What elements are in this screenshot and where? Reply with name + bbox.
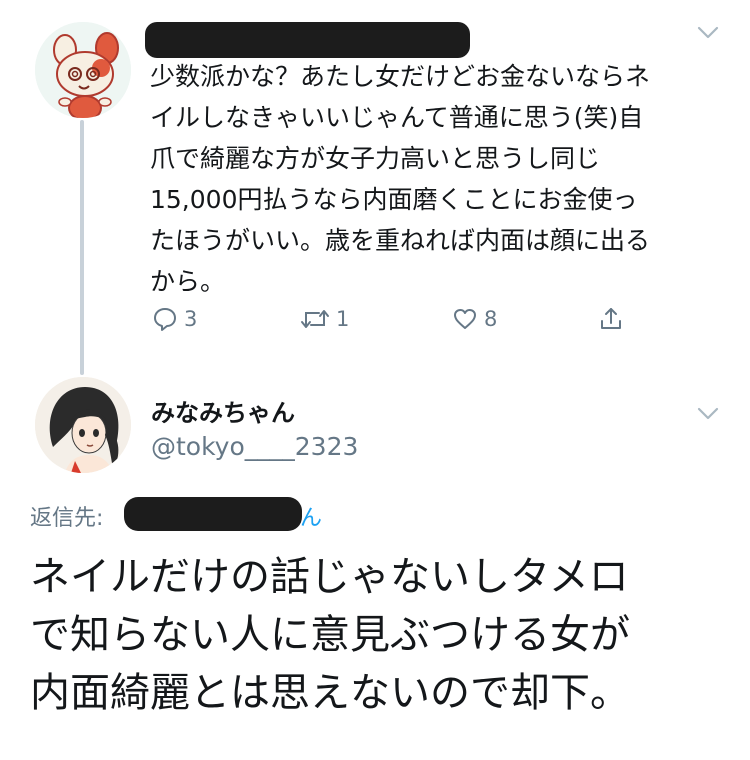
- like-button[interactable]: 8: [452, 302, 497, 336]
- reply-text-line: ネイルだけの話じゃないしタメロ: [30, 554, 629, 600]
- spinda-avatar-icon: [35, 22, 131, 118]
- reply-icon: [154, 308, 176, 331]
- share-button[interactable]: [598, 302, 624, 336]
- chevron-down-icon[interactable]: [697, 26, 719, 40]
- avatar[interactable]: [35, 22, 131, 118]
- thread-connector: [80, 120, 84, 375]
- redacted-reply-to-user: [124, 497, 302, 531]
- tweet-text-line: 15,000円払うなら内面磨くことにお金使っ: [150, 185, 638, 214]
- tweet-text-line: 爪で綺麗な方が女子力高いと思うし同じ: [150, 144, 601, 173]
- tweet-actions: 3 1 8: [150, 302, 640, 336]
- retweet-count: 1: [336, 307, 350, 331]
- avatar[interactable]: [35, 377, 131, 473]
- tweet-text-line: イルしなきゃいいじゃんて普通に思う(笑)自: [150, 103, 644, 132]
- retweet-button[interactable]: 1: [300, 302, 349, 336]
- tweet-text-line: 少数派かな？あたし女だけどお金ないならネ: [150, 62, 651, 91]
- tweet-text-line: から。: [150, 267, 226, 296]
- tweet-text: 少数派かな？あたし女だけどお金ないならネ イルしなきゃいいじゃんて普通に思う(笑…: [150, 56, 730, 302]
- reply-to-label: 返信先:: [30, 506, 104, 531]
- redacted-author-name: [145, 22, 470, 58]
- share-icon: [601, 308, 621, 329]
- chevron-down-icon[interactable]: [697, 407, 719, 421]
- reply-tweet-text: ネイルだけの話じゃないしタメロ で知らない人に意見ぶつける女が 内面綺麗とは思え…: [30, 548, 730, 722]
- heart-icon: [454, 309, 476, 329]
- retweet-icon: [301, 310, 329, 328]
- like-count: 8: [484, 307, 498, 331]
- reply-button[interactable]: 3: [152, 302, 197, 336]
- user-handle[interactable]: @tokyo____2323: [151, 432, 358, 461]
- reply-text-line: で知らない人に意見ぶつける女が: [30, 612, 630, 658]
- anime-girl-avatar-icon: [35, 377, 131, 473]
- reply-text-line: 内面綺麗とは思えないので却下。: [30, 670, 630, 716]
- reply-count: 3: [184, 307, 198, 331]
- display-name[interactable]: みなみちゃん: [151, 393, 295, 428]
- reply-to-mention[interactable]: ん: [300, 500, 322, 532]
- tweet-text-line: たほうがいい。歳を重ねれば内面は顔に出る: [150, 226, 651, 255]
